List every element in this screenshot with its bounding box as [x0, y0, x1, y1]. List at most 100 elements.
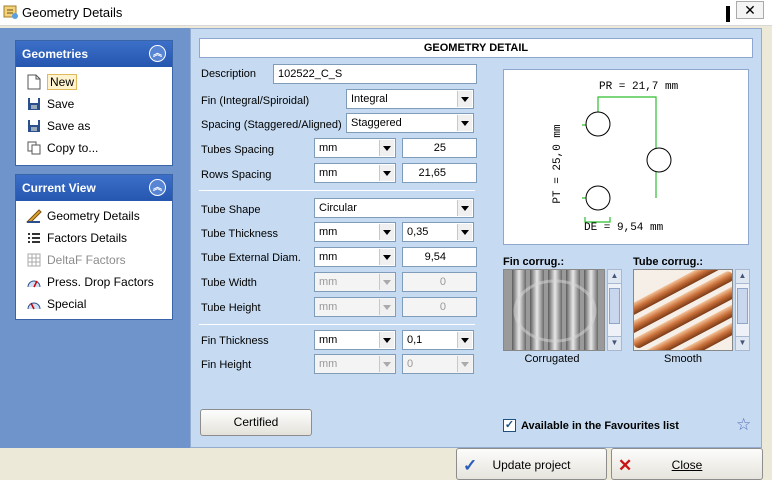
fin-height-select: 0 — [402, 354, 474, 374]
chevron-down-icon[interactable] — [379, 332, 394, 348]
description-label: Description — [201, 68, 257, 80]
scroll-up-icon[interactable]: ▲ — [608, 270, 621, 284]
diagram-pr-label: PR = 21,7 mm — [599, 81, 679, 93]
floppy-disk-icon — [26, 118, 42, 134]
tubes-spacing-unit-select[interactable]: mm — [314, 138, 396, 158]
window-close-button[interactable]: ✕ — [736, 1, 764, 19]
collapse-icon[interactable]: ︽ — [149, 45, 166, 62]
current-view-panel-title: Current View — [22, 181, 96, 195]
tube-height-label: Tube Height — [201, 302, 261, 314]
chevron-down-icon — [379, 299, 394, 315]
fin-type-select[interactable]: Integral — [346, 89, 474, 109]
update-project-label: Update project — [492, 458, 571, 472]
spacing-type-select[interactable]: Staggered — [346, 113, 474, 133]
scroll-down-icon[interactable]: ▼ — [736, 336, 749, 350]
sidebar-item-copy-to[interactable]: Copy to... — [16, 137, 172, 159]
description-input[interactable]: 102522_C_S — [273, 64, 477, 84]
sidebar-item-factors-details[interactable]: Factors Details — [16, 227, 172, 249]
fin-corrug-scrollbar[interactable]: ▲ ▼ — [607, 269, 622, 351]
app-icon — [3, 5, 18, 19]
unit-value: mm — [319, 276, 338, 288]
chevron-down-icon[interactable] — [457, 115, 472, 131]
window-title: Geometry Details — [22, 5, 123, 20]
panel-header: GEOMETRY DETAIL — [199, 38, 753, 58]
tube-corrug-scrollbar[interactable]: ▲ ▼ — [735, 269, 750, 351]
rows-spacing-input[interactable]: 21,65 — [402, 163, 477, 183]
diagram-de-label: DE = 9,54 mm — [584, 222, 664, 234]
scroll-thumb[interactable] — [609, 288, 620, 324]
scroll-thumb[interactable] — [737, 288, 748, 324]
sidebar-item-press-drop-factors[interactable]: Press. Drop Factors — [16, 271, 172, 293]
rows-spacing-unit-select[interactable]: mm — [314, 163, 396, 183]
certified-button[interactable]: Certified — [200, 409, 312, 436]
divider — [199, 324, 475, 325]
geometry-detail-panel: GEOMETRY DETAIL Description 102522_C_S F… — [190, 28, 762, 448]
star-icon[interactable]: ☆ — [736, 415, 751, 435]
unit-value: mm — [319, 251, 338, 263]
geometries-panel-title: Geometries — [22, 47, 89, 61]
tube-thickness-select[interactable]: 0,35 — [402, 222, 474, 242]
chevron-down-icon[interactable] — [379, 249, 394, 265]
tube-height-unit-select: mm — [314, 297, 396, 317]
tube-thickness-value: 0,35 — [407, 226, 429, 238]
chevron-down-icon[interactable] — [457, 332, 472, 348]
sidebar-item-label: Save — [47, 97, 75, 111]
sidebar-item-save-as[interactable]: Save as — [16, 115, 172, 137]
tube-width-unit-select: mm — [314, 272, 396, 292]
tube-corrugation-image[interactable] — [633, 269, 733, 351]
chevron-down-icon[interactable] — [457, 91, 472, 107]
sidebar-item-label: DeltaF Factors — [47, 253, 126, 267]
tube-corrug-caption: Smooth — [664, 353, 702, 365]
fin-thickness-value: 0,1 — [407, 334, 423, 346]
favourites-label: Available in the Favourites list — [521, 420, 679, 432]
unit-value: mm — [319, 301, 338, 313]
gauge-icon — [26, 296, 42, 312]
chevron-down-icon[interactable] — [379, 140, 394, 156]
rows-spacing-label: Rows Spacing — [201, 169, 272, 181]
ruler-icon — [26, 208, 42, 224]
scroll-down-icon[interactable]: ▼ — [608, 336, 621, 350]
tubes-spacing-input[interactable]: 25 — [402, 138, 477, 158]
sidebar-item-label: New — [47, 74, 78, 90]
fin-thickness-unit-select[interactable]: mm — [314, 330, 396, 350]
fin-thickness-select[interactable]: 0,1 — [402, 330, 474, 350]
tube-thickness-unit-select[interactable]: mm — [314, 222, 396, 242]
sidebar-item-new[interactable]: New — [16, 71, 172, 93]
close-button[interactable]: ✕ Close — [611, 448, 763, 480]
copy-icon — [26, 140, 42, 156]
tube-ext-diam-unit-select[interactable]: mm — [314, 247, 396, 267]
tube-ext-diam-label: Tube External Diam. — [201, 252, 301, 264]
scroll-up-icon[interactable]: ▲ — [736, 270, 749, 284]
geometries-panel-header[interactable]: Geometries ︽ — [16, 41, 172, 67]
sidebar-item-geometry-details[interactable]: Geometry Details — [16, 205, 172, 227]
geometries-panel: Geometries ︽ New Save Save as Copy to... — [15, 40, 173, 166]
fin-height-unit-select: mm — [314, 354, 396, 374]
chevron-down-icon[interactable] — [379, 224, 394, 240]
new-document-icon — [26, 74, 42, 90]
collapse-icon[interactable]: ︽ — [149, 179, 166, 196]
spacing-type-value: Staggered — [351, 117, 402, 129]
floppy-disk-icon — [26, 96, 42, 112]
table-icon — [26, 252, 42, 268]
favourites-checkbox[interactable]: ✓ — [503, 419, 516, 432]
tube-shape-select[interactable]: Circular — [314, 198, 474, 218]
chevron-down-icon[interactable] — [457, 200, 472, 216]
sidebar-item-label: Save as — [47, 119, 91, 133]
tube-height-input: 0 — [402, 297, 477, 317]
fin-corrugation-image[interactable] — [503, 269, 605, 351]
close-label: Close — [671, 458, 703, 472]
sidebar-item-special[interactable]: Special — [16, 293, 172, 315]
tube-ext-diam-input[interactable]: 9,54 — [402, 247, 477, 267]
sidebar-item-save[interactable]: Save — [16, 93, 172, 115]
chevron-down-icon[interactable] — [379, 165, 394, 181]
fin-corrug-label: Fin corrug.: — [503, 256, 565, 268]
unit-value: mm — [319, 226, 338, 238]
fin-type-label: Fin (Integral/Spiroidal) — [201, 95, 310, 107]
current-view-panel-header[interactable]: Current View ︽ — [16, 175, 172, 201]
chevron-down-icon[interactable] — [457, 224, 472, 240]
title-marker — [726, 6, 730, 22]
update-project-button[interactable]: ✓ Update project — [456, 448, 607, 480]
tube-thickness-label: Tube Thickness — [201, 228, 279, 240]
current-view-panel: Current View ︽ Geometry Details Factors … — [15, 174, 173, 320]
gauge-icon — [26, 274, 42, 290]
